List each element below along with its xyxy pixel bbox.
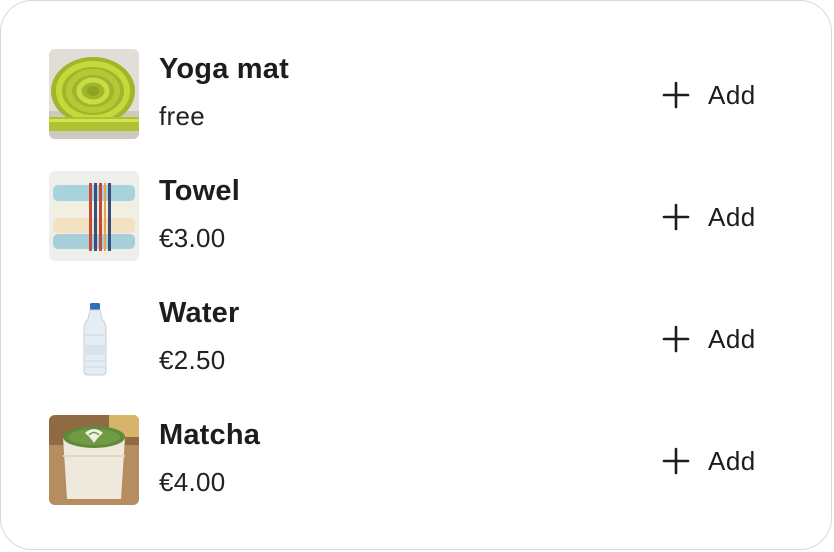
- add-matcha-button[interactable]: Add: [661, 444, 756, 478]
- item-price: €4.00: [159, 467, 226, 497]
- item-name: Towel: [159, 175, 241, 207]
- add-yoga-mat-button[interactable]: Add: [661, 78, 756, 112]
- item-price: €2.50: [159, 345, 226, 375]
- list-item: Towel €3.00 Add: [49, 171, 769, 261]
- add-towel-button[interactable]: Add: [661, 200, 756, 234]
- list-item: Water €2.50 Add: [49, 293, 769, 383]
- list-item: Yoga mat free Add: [49, 49, 769, 139]
- yoga-mat-image: [49, 49, 139, 139]
- list-item: Matcha €4.00 Add: [49, 415, 769, 505]
- add-button-label: Add: [708, 79, 756, 110]
- matcha-image: [49, 415, 139, 505]
- item-name: Yoga mat: [159, 53, 289, 85]
- add-water-button[interactable]: Add: [661, 322, 756, 356]
- add-button-label: Add: [708, 201, 756, 232]
- item-name: Matcha: [159, 419, 261, 451]
- plus-icon: [662, 447, 690, 475]
- item-price: €3.00: [159, 223, 226, 253]
- plus-icon: [662, 325, 690, 353]
- plus-icon: [662, 203, 690, 231]
- item-name: Water: [159, 297, 240, 329]
- item-price: free: [159, 101, 206, 131]
- product-list-card: Yoga mat free Add Towel €3.00 Add Water …: [0, 0, 832, 550]
- water-bottle-image: [49, 293, 139, 383]
- towel-image: [49, 171, 139, 261]
- add-button-label: Add: [708, 445, 756, 476]
- add-button-label: Add: [708, 323, 756, 354]
- plus-icon: [662, 81, 690, 109]
